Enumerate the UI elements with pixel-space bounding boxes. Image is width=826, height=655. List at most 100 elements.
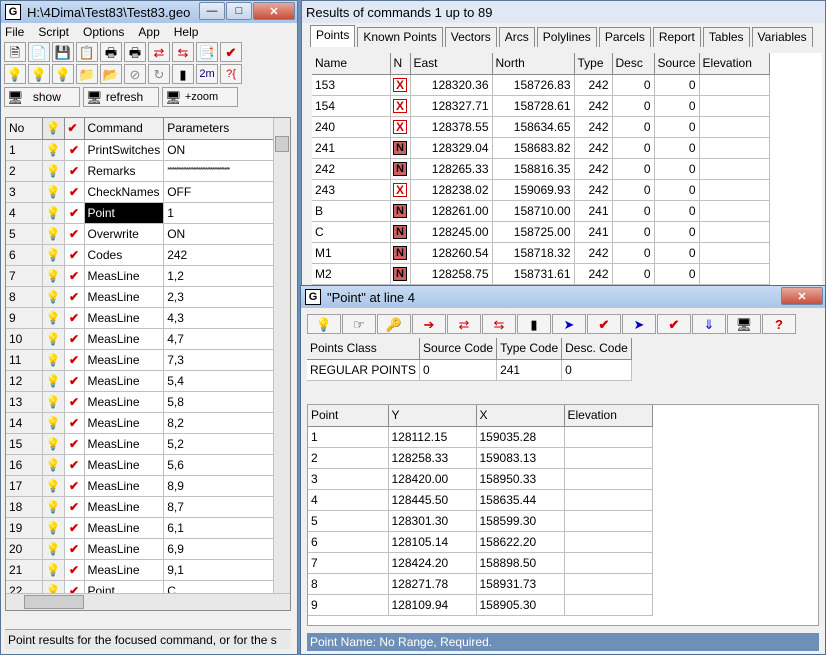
- elevation-cell[interactable]: [564, 447, 653, 469]
- parameters-cell[interactable]: 6,1: [163, 517, 274, 539]
- elevation-cell[interactable]: [564, 468, 653, 490]
- col-bulb[interactable]: 💡: [42, 118, 65, 140]
- redo-icon[interactable]: ↻: [148, 64, 170, 84]
- parameters-cell[interactable]: 5,6: [163, 454, 274, 476]
- check-icon[interactable]: ✔: [64, 370, 85, 392]
- north-cell[interactable]: 158683.82: [492, 137, 575, 159]
- check-icon[interactable]: ✔: [64, 286, 85, 308]
- tab-variables[interactable]: Variables: [751, 27, 813, 47]
- insert-line-icon[interactable]: ⇄: [148, 42, 170, 62]
- sort-icon[interactable]: ⇓: [692, 314, 726, 334]
- check-icon[interactable]: ✔: [64, 181, 85, 203]
- document-icon[interactable]: 📋: [76, 42, 98, 62]
- y-cell[interactable]: 128271.78: [388, 573, 477, 595]
- east-cell[interactable]: 128327.71: [410, 95, 493, 117]
- n-flag-icon[interactable]: N: [390, 137, 411, 159]
- north-cell[interactable]: 159069.93: [492, 179, 575, 201]
- elevation-cell[interactable]: [699, 116, 770, 138]
- command-row[interactable]: 7 💡 ✔ MeasLine 1,2: [6, 265, 274, 287]
- source-cell[interactable]: 0: [654, 263, 700, 285]
- elevation-cell[interactable]: [564, 594, 653, 616]
- row-number[interactable]: 17: [6, 475, 43, 497]
- elevation-cell[interactable]: [564, 510, 653, 532]
- col-source[interactable]: Source: [654, 53, 700, 75]
- print-icon[interactable]: 🖶: [100, 42, 122, 62]
- bulb-icon[interactable]: 💡: [42, 517, 65, 539]
- type-cell[interactable]: 241: [574, 221, 613, 243]
- check-icon[interactable]: ✔: [64, 160, 85, 182]
- row-number[interactable]: 19: [6, 517, 43, 539]
- row-number[interactable]: 2: [6, 160, 43, 182]
- row-number[interactable]: 12: [6, 370, 43, 392]
- tab-polylines[interactable]: Polylines: [536, 27, 597, 47]
- bulb-icon[interactable]: 💡: [42, 160, 65, 182]
- east-cell[interactable]: 128261.00: [410, 200, 493, 222]
- dialog-close-button[interactable]: ✕: [781, 287, 823, 305]
- source-cell[interactable]: 0: [654, 179, 700, 201]
- point-row[interactable]: B N 128261.00 158710.00 241 0 0: [312, 200, 770, 222]
- tab-known-points[interactable]: Known Points: [357, 27, 443, 47]
- dialog-titlebar[interactable]: G "Point" at line 4 ✕: [301, 286, 825, 308]
- col-type-code[interactable]: Type Code: [496, 338, 563, 360]
- bulb-icon[interactable]: 💡: [42, 223, 65, 245]
- forward-arrow-icon[interactable]: ➤: [622, 314, 656, 334]
- desc-cell[interactable]: 0: [612, 95, 655, 117]
- col-no[interactable]: No: [6, 118, 43, 140]
- source-cell[interactable]: 0: [654, 95, 700, 117]
- elevation-cell[interactable]: [699, 221, 770, 243]
- point-name[interactable]: 154: [312, 95, 391, 117]
- parameters-cell[interactable]: 7,3: [163, 349, 274, 371]
- check-icon[interactable]: ✔: [64, 412, 85, 434]
- bulb-icon[interactable]: 💡: [42, 391, 65, 413]
- bulb-icon[interactable]: 💡: [42, 496, 65, 518]
- east-cell[interactable]: 128245.00: [410, 221, 493, 243]
- menu-help[interactable]: Help: [174, 25, 199, 39]
- open-file-icon[interactable]: 📄: [28, 42, 50, 62]
- check-icon[interactable]: ✔: [64, 307, 85, 329]
- x-cell[interactable]: 158905.30: [476, 594, 565, 616]
- command-row[interactable]: 8 💡 ✔ MeasLine 2,3: [6, 286, 274, 308]
- elevation-cell[interactable]: [564, 573, 653, 595]
- north-cell[interactable]: 158725.00: [492, 221, 575, 243]
- check-add-icon[interactable]: ✔: [657, 314, 691, 334]
- menu-options[interactable]: Options: [83, 25, 124, 39]
- point-id-cell[interactable]: 1: [308, 426, 389, 448]
- maximize-button[interactable]: □: [226, 2, 252, 20]
- col-parameters[interactable]: Parameters: [163, 118, 274, 140]
- y-cell[interactable]: 128301.30: [388, 510, 477, 532]
- run-check-icon[interactable]: ✔: [220, 42, 242, 62]
- east-cell[interactable]: 128329.04: [410, 137, 493, 159]
- command-hscroll-thumb[interactable]: [24, 595, 84, 609]
- row-number[interactable]: 1: [6, 139, 43, 161]
- type-cell[interactable]: 242: [574, 95, 613, 117]
- row-number[interactable]: 20: [6, 538, 43, 560]
- elevation-cell[interactable]: [699, 263, 770, 285]
- point-name[interactable]: 240: [312, 116, 391, 138]
- desc-cell[interactable]: 0: [612, 263, 655, 285]
- command-cell[interactable]: MeasLine: [84, 454, 165, 476]
- parameters-cell[interactable]: 4,3: [163, 307, 274, 329]
- elevation-cell[interactable]: [564, 552, 653, 574]
- elevation-cell[interactable]: [699, 95, 770, 117]
- bulb-icon[interactable]: 💡: [42, 454, 65, 476]
- menu-script[interactable]: Script: [38, 25, 69, 39]
- command-cell[interactable]: MeasLine: [84, 475, 165, 497]
- command-row[interactable]: 19 💡 ✔ MeasLine 6,1: [6, 517, 274, 539]
- command-row[interactable]: 20 💡 ✔ MeasLine 6,9: [6, 538, 274, 560]
- desc-cell[interactable]: 0: [612, 116, 655, 138]
- two-m-button[interactable]: 2m: [196, 64, 218, 84]
- point-row[interactable]: C N 128245.00 158725.00 241 0 0: [312, 221, 770, 243]
- point-name[interactable]: 241: [312, 137, 391, 159]
- x-cell[interactable]: 158931.73: [476, 573, 565, 595]
- command-row[interactable]: 4 💡 ✔ Point 1: [6, 202, 274, 224]
- command-row[interactable]: 13 💡 ✔ MeasLine 5,8: [6, 391, 274, 413]
- command-row[interactable]: 6 💡 ✔ Codes 242: [6, 244, 274, 266]
- point-row[interactable]: 243 X 128238.02 159069.93 242 0 0: [312, 179, 770, 201]
- col-source-code[interactable]: Source Code: [419, 338, 498, 360]
- stop-icon[interactable]: ⊘: [124, 64, 146, 84]
- command-cell[interactable]: MeasLine: [84, 433, 165, 455]
- row-number[interactable]: 3: [6, 181, 43, 203]
- north-cell[interactable]: 158710.00: [492, 200, 575, 222]
- help-icon[interactable]: ?: [762, 314, 796, 334]
- command-row[interactable]: 3 💡 ✔ CheckNames OFF: [6, 181, 274, 203]
